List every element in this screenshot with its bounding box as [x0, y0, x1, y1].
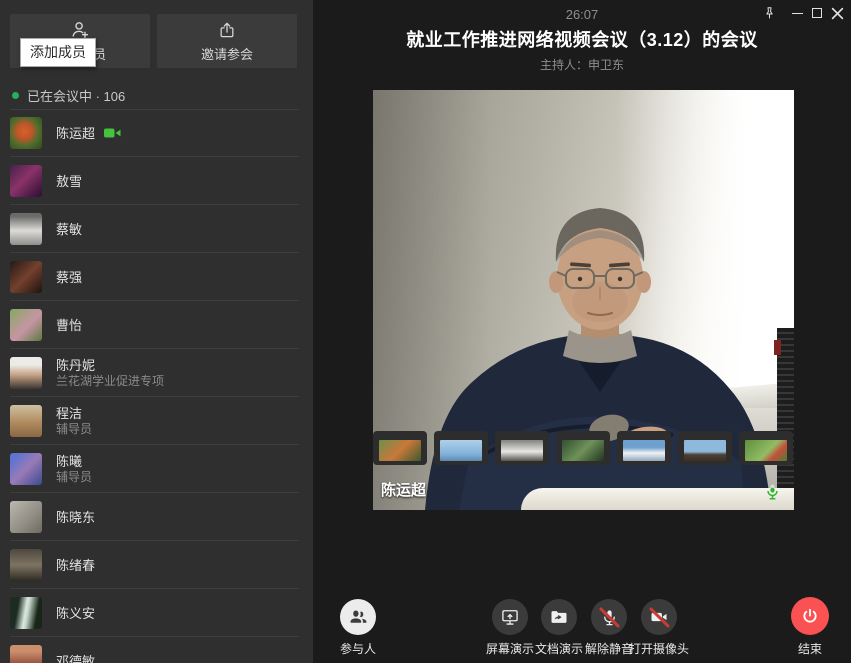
main-stage: 26:07 就业工作推进网络视频会议（3.12）的会议 主持人：申卫东 — [313, 0, 851, 663]
desk — [521, 488, 794, 510]
participants-button[interactable]: 参与人 — [326, 599, 390, 657]
participants-icon — [340, 599, 376, 635]
avatar — [10, 549, 42, 581]
participant-subtitle: 辅导员 — [56, 423, 92, 436]
invite-label: 邀请参会 — [201, 44, 253, 63]
video-thumbnail[interactable] — [373, 431, 427, 465]
avatar — [10, 309, 42, 341]
participant-name: 陈曦 — [56, 454, 82, 469]
video-thumbnail[interactable] — [434, 431, 488, 465]
participant-name: 蔡强 — [56, 270, 82, 285]
doc-share-icon — [541, 599, 577, 635]
minimize-button[interactable] — [787, 3, 807, 23]
participants-sidebar: 添加成员 邀请参会 添加成员 已在会议中 · 106 陈运超 — [0, 0, 313, 663]
thumbnail-image — [379, 440, 421, 461]
participant-row[interactable]: 邓德敏 — [0, 637, 313, 663]
power-icon — [791, 597, 829, 635]
participant-name: 程洁 — [56, 406, 82, 421]
participant-name: 蔡敏 — [56, 222, 82, 237]
participant-name: 曹怡 — [56, 318, 82, 333]
participant-name: 陈晓东 — [56, 510, 95, 525]
video-thumbnail[interactable] — [495, 431, 549, 465]
participants-label: 参与人 — [340, 640, 376, 657]
participant-row[interactable]: 陈晓东 — [0, 493, 313, 541]
thumbnail-image — [623, 440, 665, 461]
thumbnail-image — [501, 440, 543, 461]
thumbnail-image — [562, 440, 604, 461]
participant-name: 陈义安 — [56, 606, 95, 621]
avatar — [10, 117, 42, 149]
maximize-button[interactable] — [807, 3, 827, 23]
meeting-window: 添加成员 邀请参会 添加成员 已在会议中 · 106 陈运超 — [0, 0, 851, 663]
participant-row[interactable]: 陈运超 — [0, 109, 313, 157]
status-text: 已在会议中 · 106 — [27, 86, 125, 105]
status-dot-icon — [12, 92, 19, 99]
participant-row[interactable]: 陈义安 — [0, 589, 313, 637]
video-thumbnail-strip — [373, 431, 793, 465]
participant-list: 陈运超 敖雪 蔡敏 蔡强 曹怡 — [0, 109, 313, 663]
participant-row[interactable]: 陈绪春 — [0, 541, 313, 589]
participant-row[interactable]: 陈曦 辅导员 — [0, 445, 313, 493]
avatar — [10, 357, 42, 389]
participant-row[interactable]: 蔡敏 — [0, 205, 313, 253]
add-member-tooltip: 添加成员 — [20, 38, 96, 67]
thumbnail-image — [440, 440, 482, 461]
participant-row[interactable]: 曹怡 — [0, 301, 313, 349]
end-meeting-label: 结束 — [798, 640, 822, 657]
participant-name: 陈丹妮 — [56, 358, 95, 373]
participant-row[interactable]: 蔡强 — [0, 253, 313, 301]
screen-share-icon — [492, 599, 528, 635]
participant-row[interactable]: 陈丹妮 兰花湖学业促进专项 — [0, 349, 313, 397]
end-meeting-button[interactable]: 结束 — [778, 597, 842, 657]
thumbnail-image — [745, 440, 787, 461]
participant-name: 邓德敏 — [56, 654, 95, 663]
meeting-host: 主持人：申卫东 — [313, 56, 851, 73]
open-camera-button[interactable]: 打开摄像头 — [627, 599, 691, 657]
speaker-name-label: 陈运超 — [381, 479, 426, 500]
participant-subtitle: 兰花湖学业促进专项 — [56, 375, 164, 388]
video-thumbnail[interactable] — [739, 431, 793, 465]
avatar — [10, 501, 42, 533]
invite-button[interactable]: 邀请参会 — [157, 14, 297, 68]
participant-name: 陈绪春 — [56, 558, 95, 573]
mic-muted-icon — [591, 599, 627, 635]
video-thumbnail[interactable] — [556, 431, 610, 465]
avatar — [10, 453, 42, 485]
avatar — [10, 213, 42, 245]
avatar — [10, 405, 42, 437]
avatar — [10, 165, 42, 197]
participant-subtitle: 辅导员 — [56, 471, 92, 484]
participant-name: 陈运超 — [56, 126, 95, 141]
meeting-title: 就业工作推进网络视频会议（3.12）的会议 — [313, 26, 851, 52]
doc-share-label: 文档演示 — [535, 640, 583, 657]
close-button[interactable] — [827, 3, 847, 23]
camera-on-icon — [104, 127, 121, 139]
participant-row[interactable]: 程洁 辅导员 — [0, 397, 313, 445]
participant-row[interactable]: 敖雪 — [0, 157, 313, 205]
window-controls — [759, 3, 847, 23]
meeting-status: 已在会议中 · 106 — [12, 86, 125, 105]
avatar — [10, 645, 42, 663]
thumbnail-image — [684, 440, 726, 461]
avatar — [10, 597, 42, 629]
share-icon — [217, 20, 237, 40]
person-add-icon — [69, 20, 91, 40]
video-thumbnail[interactable] — [678, 431, 732, 465]
avatar — [10, 261, 42, 293]
participant-name: 敖雪 — [56, 174, 82, 189]
pin-icon[interactable] — [759, 3, 779, 23]
camera-off-icon — [641, 599, 677, 635]
unmute-label: 解除静音 — [585, 640, 633, 657]
mic-active-icon — [767, 484, 778, 505]
video-thumbnail[interactable] — [617, 431, 671, 465]
open-camera-label: 打开摄像头 — [629, 640, 689, 657]
